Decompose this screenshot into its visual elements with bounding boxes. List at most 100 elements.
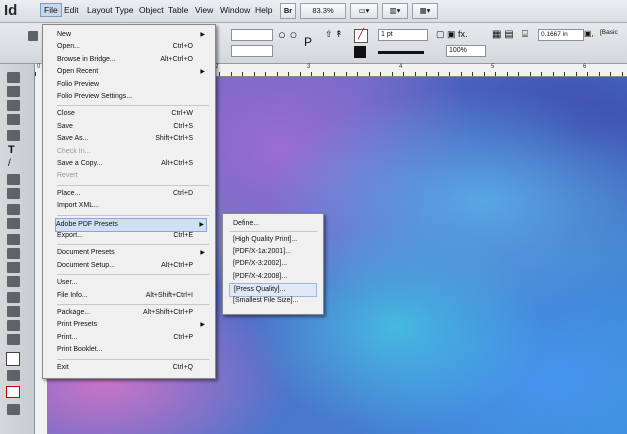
gap-tool-icon[interactable]	[7, 114, 20, 125]
arrange-documents-icon[interactable]: ▦▾	[412, 3, 438, 19]
gradient-feather-tool-icon[interactable]	[7, 276, 20, 287]
zoom-tool-icon[interactable]	[7, 334, 20, 345]
selection-tool-icon[interactable]	[7, 72, 20, 83]
file-menu-item[interactable]: Export... Ctrl+E	[57, 230, 207, 242]
note-tool-icon[interactable]	[7, 292, 20, 303]
formatting-affects-icon[interactable]	[7, 370, 20, 381]
select-container-icon[interactable]: ⇧ ↟	[325, 29, 343, 40]
pdf-preset-item[interactable]: [PDF/X-3:2002]...	[229, 258, 317, 270]
screen-mode-icon[interactable]: ▭▾	[350, 3, 378, 19]
paragraph-icon[interactable]: P	[304, 35, 312, 49]
pdf-preset-item[interactable]: [PDF/X-4:2008]...	[229, 271, 317, 283]
file-menu-item[interactable]: Browse in Bridge... Alt+Ctrl+O	[57, 54, 207, 66]
scissors-tool-icon[interactable]	[7, 234, 20, 245]
file-menu-item[interactable]: User...	[57, 277, 207, 289]
ruler-tick	[334, 72, 335, 76]
pen-tool-icon[interactable]	[7, 174, 20, 185]
menu-separator	[57, 105, 209, 107]
rectangle-frame-tool-icon[interactable]	[7, 204, 20, 215]
rotate-icon[interactable]: ○ ○	[278, 27, 297, 42]
menu-item-shortcut: Ctrl+D	[172, 189, 193, 197]
pdf-preset-item[interactable]: [PDF/X-1a:2001]...	[229, 246, 317, 258]
file-menu-item[interactable]: Close Ctrl+W	[57, 108, 207, 120]
ruler-tick	[575, 72, 577, 76]
file-menu-item[interactable]: New ▶	[57, 29, 207, 41]
ruler-tick	[276, 72, 278, 76]
page-tool-icon[interactable]	[7, 100, 20, 111]
ruler-tick	[380, 72, 381, 76]
file-menu-item[interactable]: Package... Alt+Shift+Ctrl+P	[57, 307, 207, 319]
apply-none-icon[interactable]	[6, 386, 20, 398]
stroke-swatch-icon[interactable]	[354, 46, 366, 58]
ruler-label: 6	[583, 64, 587, 70]
menu-object[interactable]: Object	[139, 5, 164, 15]
ruler-tick	[265, 72, 266, 76]
opacity-field[interactable]: 100%	[446, 45, 486, 57]
file-menu-item[interactable]: Print... Ctrl+P	[57, 332, 207, 344]
file-menu-item[interactable]: Open Recent ▶	[57, 66, 207, 78]
line-tool-icon[interactable]: /	[8, 158, 11, 169]
menu-item-shortcut: Ctrl+O	[172, 43, 193, 51]
file-menu-item[interactable]: Open... Ctrl+O	[57, 41, 207, 53]
width-field[interactable]: 0.1667 in	[538, 29, 584, 41]
free-transform-tool-icon[interactable]	[7, 248, 20, 259]
ruler-tick	[621, 72, 623, 76]
pdf-preset-item[interactable]: [High Quality Print]...	[229, 234, 317, 246]
file-menu-item[interactable]: Print Presets ▶	[57, 319, 207, 331]
file-menu-item[interactable]: File Info... Alt+Shift+Ctrl+I	[57, 290, 207, 302]
menu-item-shortcut: Alt+Shift+Ctrl+I	[145, 291, 193, 299]
ruler-tick	[506, 72, 508, 76]
reference-point-icon[interactable]	[28, 31, 38, 41]
menu-item-shortcut: Ctrl+P	[173, 333, 193, 341]
fill-stroke-swatch-icon[interactable]	[6, 352, 20, 366]
menu-item-label: Exit	[57, 363, 69, 371]
direct-selection-tool-icon[interactable]	[7, 86, 20, 97]
menu-view[interactable]: View	[195, 5, 213, 15]
file-menu-item[interactable]: Save Ctrl+S	[57, 121, 207, 133]
menu-edit[interactable]: Edit	[64, 5, 79, 15]
file-menu-item[interactable]: Print Booklet...	[57, 344, 207, 356]
content-collector-icon[interactable]	[7, 130, 20, 141]
file-menu-item[interactable]: Import XML...	[57, 200, 207, 212]
text-wrap-icon[interactable]: ⌸	[522, 29, 528, 40]
object-style-dropdown[interactable]: [Basic	[600, 29, 618, 36]
object-style-icon[interactable]: ▣,	[584, 29, 594, 38]
menu-window[interactable]: Window	[220, 5, 250, 15]
file-menu-item[interactable]: Exit Ctrl+Q	[57, 362, 207, 374]
file-menu-item[interactable]: Folio Preview Settings...	[57, 91, 207, 103]
eyedropper-tool-icon[interactable]	[7, 306, 20, 317]
stroke-weight-field[interactable]: 1 pt	[378, 29, 428, 41]
hand-tool-icon[interactable]	[7, 320, 20, 331]
file-menu-item[interactable]: Document Presets ▶	[57, 247, 207, 259]
screen-mode-icon[interactable]	[7, 404, 20, 415]
menu-help[interactable]: Help	[255, 5, 272, 15]
file-menu-item[interactable]: Folio Preview	[57, 79, 207, 91]
shear-field[interactable]	[231, 29, 273, 41]
ruler-label: 3	[307, 64, 311, 70]
menu-layout[interactable]: Layout	[87, 5, 113, 15]
gradient-swatch-tool-icon[interactable]	[7, 262, 20, 273]
zoom-dropdown[interactable]: 83.3%	[300, 3, 346, 19]
file-menu-item[interactable]: Save As... Shift+Ctrl+S	[57, 133, 207, 145]
file-menu-item[interactable]: Place... Ctrl+D	[57, 188, 207, 200]
pdf-preset-item[interactable]: Define...	[229, 218, 317, 230]
bridge-button[interactable]: Br	[280, 3, 296, 19]
rectangle-tool-icon[interactable]	[7, 218, 20, 229]
pencil-tool-icon[interactable]	[7, 188, 20, 199]
rotate-field[interactable]	[231, 45, 273, 57]
type-tool-icon[interactable]: T	[8, 144, 15, 156]
file-menu-item[interactable]: Document Setup... Alt+Ctrl+P	[57, 260, 207, 272]
pdf-preset-item[interactable]: [Smallest File Size]...	[229, 295, 317, 307]
ruler-tick	[587, 72, 588, 76]
fx-icon[interactable]: ▢ ▣ fx.	[436, 29, 468, 40]
ruler-label: 5	[491, 64, 495, 70]
drop-shadow-icon[interactable]: ▦ ▤	[492, 29, 514, 40]
menu-type[interactable]: Type	[115, 5, 133, 15]
stroke-type-line[interactable]	[378, 51, 424, 54]
ruler-tick	[610, 72, 611, 76]
menu-file[interactable]: File	[40, 3, 62, 17]
view-options-icon[interactable]: ▥▾	[382, 3, 408, 19]
fill-swatch-icon[interactable]: ╱	[354, 29, 368, 43]
file-menu-item[interactable]: Save a Copy... Alt+Ctrl+S	[57, 158, 207, 170]
menu-table[interactable]: Table	[168, 5, 188, 15]
